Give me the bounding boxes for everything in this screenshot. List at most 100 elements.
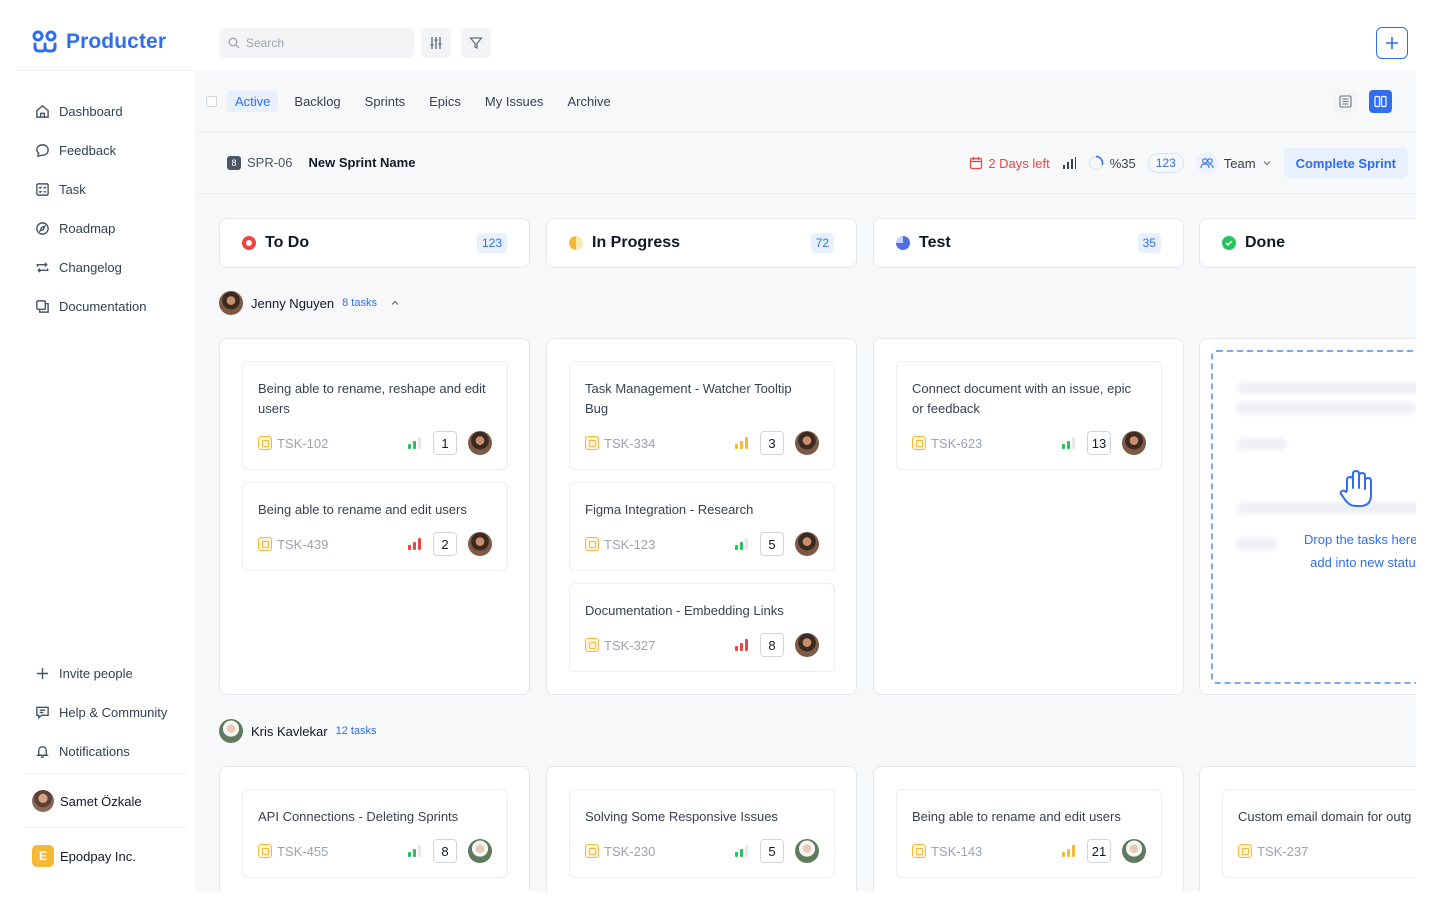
task-card[interactable]: Custom email domain for outg TSK-237 xyxy=(1222,789,1416,878)
days-left[interactable]: 2 Days left xyxy=(969,156,1050,171)
task-title: API Connections - Deleting Sprints xyxy=(258,809,459,824)
team-dropdown[interactable]: Team xyxy=(1195,152,1272,174)
task-card[interactable]: Solving Some Responsive Issues TSK-230 5 xyxy=(569,789,835,878)
column-header-test[interactable]: Test 35 xyxy=(873,218,1184,268)
ghost-card-line xyxy=(1237,502,1416,514)
lane-test-jenny: Connect document with an issue, epic or … xyxy=(873,338,1184,695)
story-points: 8 xyxy=(760,633,784,657)
ghost-card-line xyxy=(1237,438,1287,450)
todo-status-icon xyxy=(242,236,256,250)
current-user[interactable]: Samet Özkale xyxy=(32,790,142,812)
tab-archive[interactable]: Archive xyxy=(559,90,618,112)
org-switcher[interactable]: E Epodpay Inc. xyxy=(32,845,136,867)
column-count: 35 xyxy=(1137,233,1161,253)
column-header-todo[interactable]: To Do 123 xyxy=(219,218,530,268)
task-type-icon xyxy=(258,844,272,858)
tab-my-issues[interactable]: My Issues xyxy=(477,90,552,112)
view-tabs-bar: Active Backlog Sprints Epics My Issues A… xyxy=(195,70,1416,132)
drop-zone[interactable]: Drop the tasks here to add into new stat… xyxy=(1211,350,1416,684)
select-all-checkbox[interactable] xyxy=(206,96,217,107)
task-meta: TSK-334 3 xyxy=(585,431,819,455)
task-id: TSK-623 xyxy=(931,435,983,451)
task-id: TSK-327 xyxy=(604,637,656,653)
task-title: Connect document with an issue, epic or … xyxy=(912,381,1131,416)
task-type-icon xyxy=(912,436,926,450)
priority-low-icon xyxy=(735,845,748,857)
plus-icon xyxy=(1386,37,1398,49)
add-button[interactable] xyxy=(1376,27,1408,59)
chevron-down-icon xyxy=(1263,161,1271,166)
group-task-count: 8 tasks xyxy=(342,297,377,309)
column-header-in-progress[interactable]: In Progress 72 xyxy=(546,218,857,268)
search-placeholder: Search xyxy=(246,36,285,50)
assignee-avatar xyxy=(795,839,819,863)
task-card[interactable]: Being able to rename and edit users TSK-… xyxy=(896,789,1162,878)
filter-icon xyxy=(469,37,483,50)
board-view-button[interactable] xyxy=(1369,90,1392,113)
sprint-progress: %35 xyxy=(1088,155,1136,171)
group-header-jenny[interactable]: Jenny Nguyen 8 tasks xyxy=(219,291,401,315)
lane-todo-kris: API Connections - Deleting Sprints TSK-4… xyxy=(219,766,530,891)
task-id: TSK-439 xyxy=(277,536,329,552)
sidebar-item-task[interactable]: Task xyxy=(35,170,146,209)
group-header-kris[interactable]: Kris Kavlekar 12 tasks xyxy=(219,719,377,743)
sidebar-item-help[interactable]: Help & Community xyxy=(35,693,167,732)
task-id: TSK-143 xyxy=(931,843,983,859)
app-name: Producter xyxy=(66,30,167,53)
team-icon xyxy=(1195,152,1218,174)
list-view-button[interactable] xyxy=(1334,90,1357,113)
task-card[interactable]: Being able to rename, reshape and edit u… xyxy=(242,361,508,470)
sidebar-item-changelog[interactable]: Changelog xyxy=(35,248,146,287)
task-type-icon xyxy=(585,844,599,858)
lane-in-progress-kris: Solving Some Responsive Issues TSK-230 5 xyxy=(546,766,857,891)
chevron-up-icon[interactable] xyxy=(389,297,401,309)
task-type-icon xyxy=(912,844,926,858)
task-card[interactable]: Figma Integration - Research TSK-123 5 xyxy=(569,482,835,571)
task-card[interactable]: Connect document with an issue, epic or … xyxy=(896,361,1162,470)
divider xyxy=(16,70,195,71)
search-icon xyxy=(228,37,240,49)
sidebar-item-notifications[interactable]: Notifications xyxy=(35,732,167,771)
task-id: TSK-455 xyxy=(277,843,329,859)
task-card[interactable]: Being able to rename and edit users TSK-… xyxy=(242,482,508,571)
priority-low-icon xyxy=(408,845,421,857)
done-status-icon xyxy=(1222,236,1236,250)
avatar xyxy=(219,719,243,743)
tab-active[interactable]: Active xyxy=(227,90,279,112)
task-id: TSK-334 xyxy=(604,435,656,451)
progress-value: %35 xyxy=(1109,155,1136,171)
search-input[interactable]: Search xyxy=(219,28,414,58)
task-meta: TSK-230 5 xyxy=(585,839,819,863)
sidebar-item-documentation[interactable]: Documentation xyxy=(35,287,146,326)
sidebar-item-roadmap[interactable]: Roadmap xyxy=(35,209,146,248)
task-title: Being able to rename and edit users xyxy=(258,502,467,517)
task-title: Figma Integration - Research xyxy=(585,502,754,517)
tab-sprints[interactable]: Sprints xyxy=(357,90,413,112)
column-header-done[interactable]: Done xyxy=(1199,218,1416,268)
complete-sprint-button[interactable]: Complete Sprint xyxy=(1283,148,1408,178)
test-status-icon xyxy=(896,236,910,250)
logo[interactable]: Producter xyxy=(32,30,166,54)
sprint-name[interactable]: New Sprint Name xyxy=(309,155,416,170)
sprint-info: 8 SPR-06 New Sprint Name xyxy=(227,155,415,170)
task-type-icon xyxy=(585,638,599,652)
sidebar: Producter Dashboard Feedback Task Roadma… xyxy=(16,16,195,891)
column-title: Test xyxy=(919,234,951,251)
priority-bars-icon[interactable] xyxy=(1062,157,1076,169)
task-title: Solving Some Responsive Issues xyxy=(585,809,778,824)
task-card[interactable]: Task Management - Watcher Tooltip Bug TS… xyxy=(569,361,835,470)
sidebar-item-dashboard[interactable]: Dashboard xyxy=(35,92,146,131)
tab-backlog[interactable]: Backlog xyxy=(286,90,348,112)
adjust-button[interactable] xyxy=(421,28,451,58)
group-task-count: 12 tasks xyxy=(335,725,377,737)
sidebar-item-label: Roadmap xyxy=(59,221,116,236)
assignee-avatar xyxy=(1122,431,1146,455)
tab-epics[interactable]: Epics xyxy=(421,90,469,112)
task-card[interactable]: API Connections - Deleting Sprints TSK-4… xyxy=(242,789,508,878)
task-card[interactable]: Documentation - Embedding Links TSK-327 … xyxy=(569,583,835,672)
sidebar-item-feedback[interactable]: Feedback xyxy=(35,131,146,170)
task-meta: TSK-123 5 xyxy=(585,532,819,556)
sidebar-item-invite[interactable]: Invite people xyxy=(35,654,167,693)
filter-button[interactable] xyxy=(461,28,491,58)
assignee-avatar xyxy=(795,532,819,556)
